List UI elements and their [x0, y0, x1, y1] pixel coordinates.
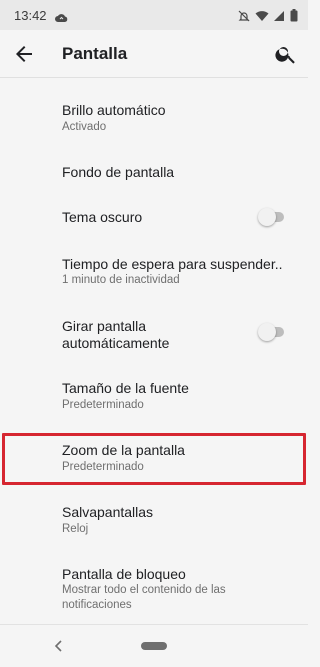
back-button[interactable]: [12, 42, 36, 66]
nav-back-button[interactable]: [52, 639, 66, 653]
signal-icon: [274, 9, 285, 27]
setting-title: Brillo automático: [62, 102, 166, 118]
search-button[interactable]: [274, 42, 298, 66]
auto-rotate-toggle[interactable]: [258, 322, 284, 342]
navigation-bar: [0, 624, 308, 667]
setting-title: Salvapantallas: [62, 504, 154, 520]
setting-subtitle: 1 minuto de inactividad: [62, 274, 180, 286]
page-title: Pantalla: [62, 44, 128, 63]
setting-sleep-timeout[interactable]: Tiempo de espera para suspender.. 1 minu…: [0, 248, 308, 298]
dark-theme-toggle[interactable]: [258, 207, 284, 227]
setting-subtitle: Mostrar todo el contenido de las notific…: [62, 584, 226, 611]
nav-home-pill[interactable]: [141, 642, 167, 650]
search-icon: [275, 47, 295, 64]
setting-title: Tiempo de espera para suspender..: [62, 256, 283, 272]
setting-auto-brightness[interactable]: Brillo automático Activado: [0, 92, 308, 144]
setting-title: Tema oscuro: [62, 209, 143, 225]
wifi-icon: [255, 9, 269, 27]
status-bar: 13:42: [0, 0, 308, 30]
setting-title: Girar pantalla automáticamente: [62, 318, 170, 351]
setting-font-size[interactable]: Tamaño de la fuente Predeterminado: [0, 372, 308, 422]
mute-icon: [238, 9, 250, 27]
app-bar: Pantalla: [0, 30, 308, 78]
setting-subtitle: Predeterminado: [62, 399, 144, 411]
status-icons: [238, 9, 298, 27]
nav-back-icon: [54, 640, 62, 652]
setting-auto-rotate[interactable]: Girar pantalla automáticamente: [0, 312, 308, 356]
setting-wallpaper[interactable]: Fondo de pantalla: [0, 152, 308, 192]
setting-subtitle: Reloj: [62, 523, 89, 535]
highlight-box: [2, 433, 306, 485]
setting-dark-theme[interactable]: Tema oscuro: [0, 198, 308, 238]
setting-title: Tamaño de la fuente: [62, 380, 189, 396]
battery-icon: [290, 9, 298, 27]
cloud-sync-icon: [55, 10, 68, 28]
setting-screensaver[interactable]: Salvapantallas Reloj: [0, 496, 308, 546]
setting-lock-screen[interactable]: Pantalla de bloqueo Mostrar todo el cont…: [0, 558, 308, 620]
setting-title: Fondo de pantalla: [62, 164, 175, 180]
setting-subtitle: Activado: [62, 121, 107, 133]
arrow-back-icon: [16, 46, 32, 62]
setting-title: Pantalla de bloqueo: [62, 566, 186, 582]
status-time: 13:42: [14, 8, 47, 23]
